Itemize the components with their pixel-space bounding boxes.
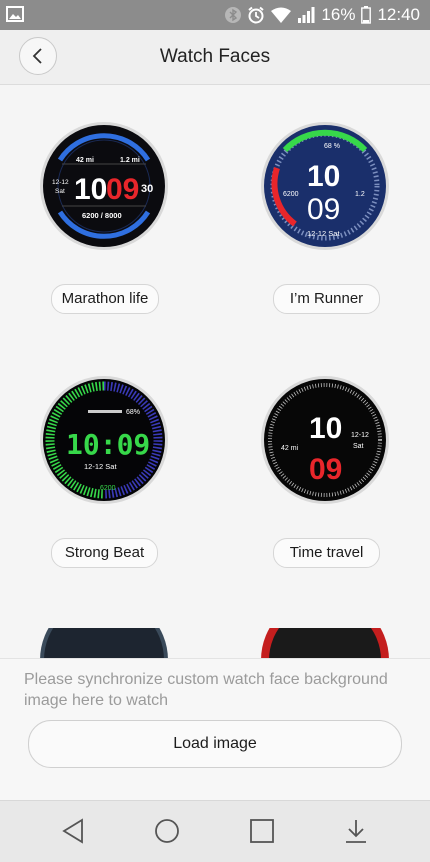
dial-day: Sat	[353, 443, 364, 450]
watch-face-strong-beat[interactable]: 68% 10:09 12-12 Sat 6200	[38, 374, 170, 506]
face-label-strong-beat[interactable]: Strong Beat	[51, 538, 158, 568]
battery-icon	[361, 6, 372, 24]
dial-minute: 09	[309, 453, 342, 486]
dial-hour: 10	[309, 412, 342, 445]
dial-battery: 68 %	[324, 143, 340, 150]
dial-date: 12-12 Sat	[84, 462, 117, 471]
watch-face-im-runner[interactable]: 68 % 10 09 6200 1.2 12-12 Sat	[259, 120, 391, 252]
dial-minute: 09	[106, 173, 139, 206]
wifi-icon	[271, 7, 292, 23]
download-icon[interactable]	[341, 816, 371, 846]
face-label-marathon-life[interactable]: Marathon life	[51, 284, 159, 314]
status-bar: 16% 12:40	[0, 0, 430, 30]
signal-icon	[298, 7, 315, 23]
gallery-icon	[6, 6, 24, 22]
dial-distance-right: 1.2 mi	[120, 157, 140, 164]
face-label-time-travel[interactable]: Time travel	[273, 538, 380, 568]
clock: 12:40	[377, 5, 420, 24]
dial-seconds: 30	[141, 183, 153, 195]
alarm-icon	[248, 6, 265, 24]
dial-battery: 68%	[126, 409, 140, 416]
back-triangle-icon[interactable]	[58, 816, 88, 846]
dial-date: 12-12 Sat	[307, 229, 340, 238]
watch-face-marathon-life[interactable]: 42 mi 1.2 mi 12-12 Sat 10 09 30 6200 / 8…	[38, 120, 170, 252]
page-title: Watch Faces	[159, 46, 271, 67]
dial-day: Sat	[55, 188, 65, 195]
dial-date: 12-12	[52, 179, 69, 186]
home-circle-icon[interactable]	[152, 816, 182, 846]
dial-distance: 42 mi	[281, 445, 299, 452]
dial-time: 10:09	[66, 428, 150, 461]
sync-hint-text: Please synchronize custom watch face bac…	[24, 671, 388, 709]
dial-steps: 6200	[283, 191, 299, 198]
dial-hour: 10	[74, 173, 107, 206]
bluetooth-icon	[225, 7, 242, 23]
dial-date: 12-12	[351, 432, 369, 439]
battery-percent: 16%	[321, 5, 356, 24]
app-header: Watch Faces	[0, 30, 430, 85]
dial-hour: 10	[307, 160, 340, 193]
dial-steps: 6200	[100, 485, 116, 492]
bottom-sheet: Please synchronize custom watch face bac…	[0, 658, 430, 801]
watch-face-time-travel[interactable]: 10 09 42 mi 12-12 Sat	[259, 374, 391, 506]
load-image-button[interactable]: Load image	[28, 720, 402, 768]
recents-square-icon[interactable]	[247, 816, 277, 846]
system-nav-bar	[0, 800, 430, 862]
dial-distance-left: 42 mi	[76, 157, 94, 164]
dial-distance: 1.2	[355, 191, 365, 198]
dial-minute: 09	[307, 193, 340, 226]
face-label-im-runner[interactable]: I’m Runner	[273, 284, 380, 314]
dial-steps: 6200 / 8000	[82, 211, 122, 220]
